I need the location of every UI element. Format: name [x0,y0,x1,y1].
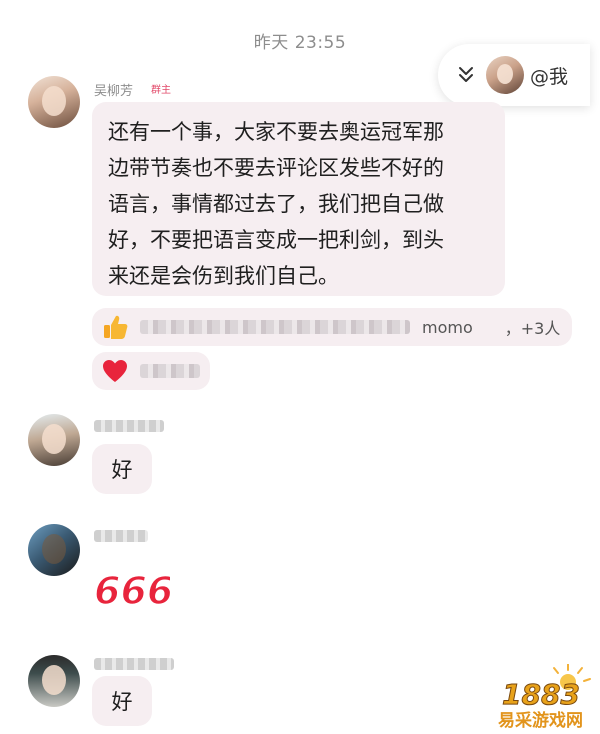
message-line: 还有一个事，大家不要去奥运冠军那 [108,120,444,144]
role-badge: 群主 [151,85,171,96]
sender-avatar[interactable] [28,655,80,707]
message-line: 语言，事情都过去了，我们把自己做 [108,192,444,216]
site-watermark: 1883 易采游戏网 [494,663,598,732]
avatar [486,56,524,94]
sender-avatar[interactable] [28,524,80,576]
reaction-heart-bar[interactable] [92,352,210,390]
message-bubble[interactable]: 好 [92,444,152,494]
blurred-sender-name [94,530,148,542]
message-line: 来还是会伤到我们自己。 [108,264,339,288]
heart-icon [100,356,130,386]
double-chevron-down-icon [456,63,476,87]
blurred-sender-name [94,420,164,432]
666-sticker-icon[interactable]: 666 [90,560,174,616]
reaction-like-bar[interactable]: momo ，+3人 [92,308,572,346]
thumbs-up-icon [100,312,130,342]
blurred-names [140,320,410,334]
sender-avatar[interactable] [28,76,80,128]
blurred-names [140,364,200,378]
message-line: 边带节奏也不要去评论区发些不好的 [108,156,444,180]
watermark-text: 易采游戏网 [498,711,583,731]
sender-name: 吴柳芳 [94,84,134,99]
chat-screen: 昨天 23:55 @我 吴柳芳 群主 还有一个事，大家不要去奥运冠军那 边带节奏… [0,0,600,734]
blurred-sender-name [94,658,174,670]
reaction-names: momo [422,317,473,337]
message-bubble[interactable]: 还有一个事，大家不要去奥运冠军那 边带节奏也不要去评论区发些不好的 语言，事情都… [92,102,505,296]
sender-avatar[interactable] [28,414,80,466]
mention-label: @我 [530,65,569,88]
message-line: 好，不要把语言变成一把利剑，到头 [108,228,444,252]
message-bubble[interactable]: 好 [92,676,152,726]
mention-jump-button[interactable]: @我 [438,44,590,106]
reaction-count: ，+3人 [504,319,561,338]
sticker-text: 666 [94,569,170,613]
